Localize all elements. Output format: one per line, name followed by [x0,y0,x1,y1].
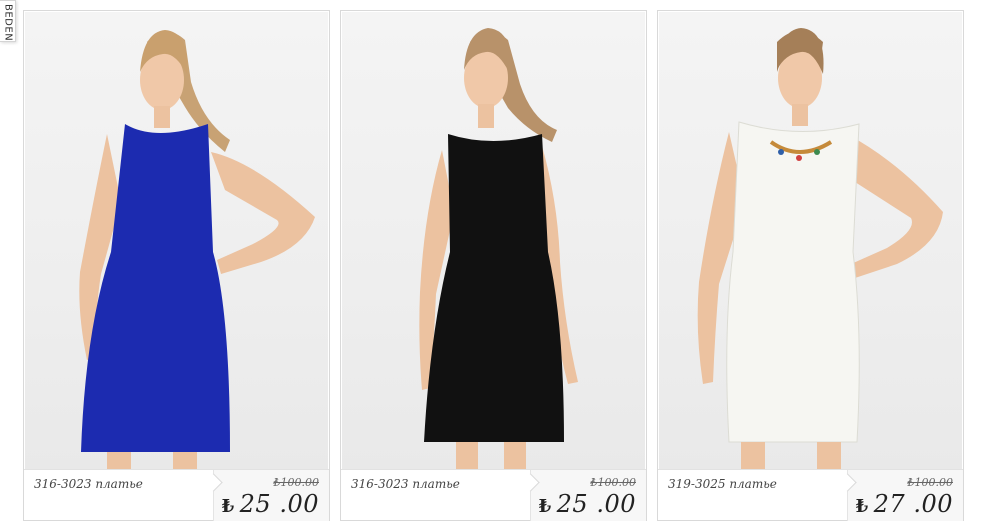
product-info: 319-3025 платье ₺100.00 ₺ 27 .00 [658,469,963,521]
product-image[interactable] [659,12,962,469]
price-value: 25 .00 [556,490,636,518]
product-card[interactable]: 319-3025 платье ₺100.00 ₺ 27 .00 [657,10,964,521]
product-image[interactable] [25,12,328,469]
price-box: ₺100.00 ₺ 27 .00 [847,470,963,521]
current-price: ₺ 27 .00 [856,490,953,518]
price-value: 27 .00 [873,490,953,518]
product-card[interactable]: 316-3023 платье ₺100.00 ₺ 25 .00 [23,10,330,521]
model-figure [79,30,315,469]
product-info: 316-3023 платье ₺100.00 ₺ 25 .00 [24,469,329,521]
current-price: ₺ 25 .00 [222,490,319,518]
product-image[interactable] [342,12,645,469]
size-filter-label: BEDEN [2,4,14,42]
old-price: ₺100.00 [590,476,637,489]
product-title[interactable]: 316-3023 платье [34,477,143,491]
lira-icon: ₺ [221,496,235,517]
product-title[interactable]: 319-3025 платье [668,477,777,491]
price-box: ₺100.00 ₺ 25 .00 [530,470,646,521]
product-info: 316-3023 платье ₺100.00 ₺ 25 .00 [341,469,646,521]
lira-icon: ₺ [855,496,869,517]
old-price: ₺100.00 [273,476,320,489]
price-box: ₺100.00 ₺ 25 .00 [213,470,329,521]
price-value: 25 .00 [239,490,319,518]
product-title[interactable]: 316-3023 платье [351,477,460,491]
dress-shape [726,121,860,443]
current-price: ₺ 25 .00 [539,490,636,518]
size-filter-tab[interactable]: BEDEN [0,0,16,42]
lira-icon: ₺ [538,496,552,517]
model-figure [419,28,578,469]
model-figure [697,28,943,469]
product-card[interactable]: 316-3023 платье ₺100.00 ₺ 25 .00 [340,10,647,521]
old-price: ₺100.00 [907,476,954,489]
